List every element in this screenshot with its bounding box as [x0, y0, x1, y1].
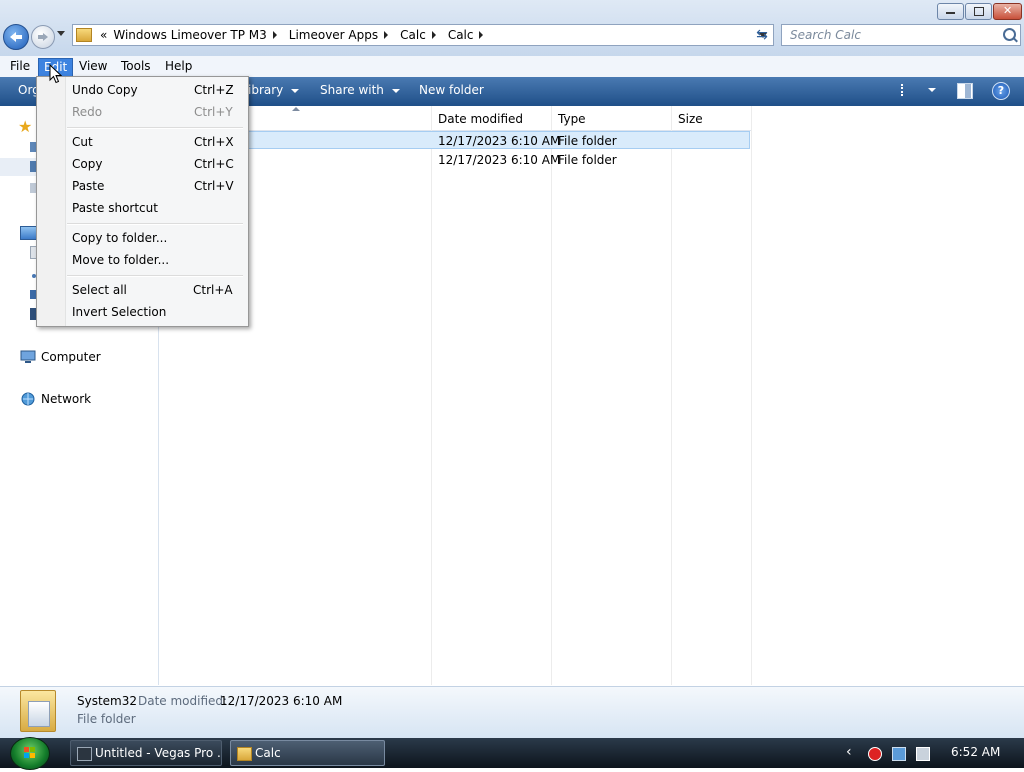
- nav-network-label: Network: [41, 392, 92, 406]
- menu-item-copy-to-folder[interactable]: Copy to folder...: [72, 228, 167, 248]
- share-with-button[interactable]: Share with: [320, 83, 400, 97]
- menu-tools[interactable]: Tools: [116, 58, 156, 75]
- forward-button[interactable]: [31, 25, 55, 49]
- network-icon: [21, 392, 35, 406]
- details-type: File folder: [77, 712, 136, 726]
- preview-pane-icon[interactable]: [957, 83, 973, 99]
- details-date-label: Date modified:: [138, 694, 228, 708]
- menu-item-invert-selection[interactable]: Invert Selection: [72, 302, 166, 322]
- breadcrumb-item[interactable]: Calc: [400, 28, 426, 42]
- taskbar-item-calc[interactable]: Calc: [230, 740, 385, 766]
- menu-separator: [67, 275, 243, 277]
- close-button[interactable]: ✕: [993, 3, 1022, 20]
- shortcut-cut: Ctrl+X: [194, 135, 234, 149]
- column-divider[interactable]: [671, 106, 672, 685]
- taskbar-item-label: Untitled - Vegas Pro ...: [95, 746, 222, 760]
- shortcut-undo: Ctrl+Z: [194, 83, 234, 97]
- chevron-right-icon[interactable]: [431, 31, 436, 39]
- chevron-down-icon: [291, 88, 300, 93]
- arrow-right-icon: [38, 33, 48, 41]
- nav-selected-item[interactable]: [0, 158, 36, 176]
- address-bar[interactable]: « Windows Limeover TP M3 Limeover Apps C…: [72, 24, 774, 46]
- breadcrumb-item[interactable]: Windows Limeover TP M3: [113, 28, 266, 42]
- sort-ascending-icon: [292, 107, 300, 111]
- taskbar-item-vegas[interactable]: Untitled - Vegas Pro ...: [70, 740, 222, 766]
- breadcrumb-item[interactable]: Limeover Apps: [289, 28, 378, 42]
- chevron-right-icon[interactable]: [479, 31, 484, 39]
- folder-large-icon: [20, 690, 56, 732]
- arrow-left-icon: [10, 32, 22, 42]
- menu-file[interactable]: File: [5, 58, 35, 75]
- shortcut-select-all: Ctrl+A: [193, 283, 233, 297]
- column-divider[interactable]: [551, 106, 552, 685]
- taskbar-item-label: Calc: [255, 746, 281, 760]
- mouse-cursor-icon: [49, 64, 62, 84]
- clock[interactable]: 6:52 AM: [951, 745, 1000, 759]
- chevron-right-icon[interactable]: [384, 31, 389, 39]
- refresh-icon[interactable]: ⇆: [751, 24, 773, 46]
- chevron-down-icon: [391, 88, 400, 93]
- share-with-label: Share with: [320, 83, 384, 97]
- breadcrumb-item[interactable]: Calc: [448, 28, 474, 42]
- volume-muted-icon[interactable]: [916, 747, 930, 761]
- security-alert-icon[interactable]: [868, 747, 882, 761]
- menu-separator: [67, 127, 243, 129]
- nav-network[interactable]: Network: [20, 392, 91, 406]
- help-icon[interactable]: ?: [992, 82, 1010, 100]
- row-date: 12/17/2023 6:10 AM: [438, 153, 561, 167]
- search-icon[interactable]: [1003, 28, 1016, 41]
- nav-computer[interactable]: Computer: [20, 350, 101, 364]
- menu-item-cut[interactable]: Cut: [72, 132, 93, 152]
- views-dropdown-icon[interactable]: [928, 88, 936, 92]
- shortcut-redo: Ctrl+Y: [194, 105, 233, 119]
- restore-button[interactable]: [965, 3, 992, 20]
- menu-view[interactable]: View: [74, 58, 112, 75]
- start-button[interactable]: [10, 737, 50, 770]
- shortcut-copy: Ctrl+C: [194, 157, 234, 171]
- favorites-star-icon[interactable]: ★: [18, 117, 32, 136]
- menu-item-select-all[interactable]: Select all: [72, 280, 127, 300]
- menu-item-paste-shortcut[interactable]: Paste shortcut: [72, 198, 158, 218]
- search-placeholder: Search Calc: [790, 28, 861, 42]
- search-input[interactable]: Search Calc: [781, 24, 1021, 46]
- include-library-button[interactable]: ibrary: [248, 83, 300, 97]
- vegas-icon: [77, 747, 92, 761]
- row-type: File folder: [558, 153, 617, 167]
- close-icon: ✕: [1003, 4, 1013, 17]
- menu-help[interactable]: Help: [160, 58, 197, 75]
- column-type[interactable]: Type: [558, 112, 586, 126]
- details-date-value: 12/17/2023 6:10 AM: [220, 694, 343, 708]
- menu-item-paste[interactable]: Paste: [72, 176, 104, 196]
- chevron-right-icon[interactable]: [272, 31, 277, 39]
- shortcut-paste: Ctrl+V: [194, 179, 234, 193]
- new-folder-button[interactable]: New folder: [419, 83, 484, 97]
- menu-separator: [67, 223, 243, 225]
- nav-computer-label: Computer: [41, 350, 101, 364]
- minimize-button[interactable]: [937, 3, 964, 20]
- edit-menu-dropdown: Undo Copy Ctrl+Z Redo Ctrl+Y Cut Ctrl+X …: [36, 76, 249, 327]
- details-name: System32: [77, 694, 138, 708]
- views-icon[interactable]: [901, 84, 917, 96]
- column-divider[interactable]: [751, 106, 752, 685]
- menu-icon-strip: [37, 77, 66, 326]
- row-type: File folder: [558, 134, 617, 148]
- column-date-modified[interactable]: Date modified: [438, 112, 523, 126]
- windows-logo-icon: [24, 747, 35, 758]
- back-button[interactable]: [3, 24, 29, 50]
- column-divider[interactable]: [431, 106, 432, 685]
- column-size[interactable]: Size: [678, 112, 703, 126]
- menu-item-move-to-folder[interactable]: Move to folder...: [72, 250, 169, 270]
- menu-item-redo[interactable]: Redo: [72, 102, 102, 122]
- breadcrumb-overflow[interactable]: «: [100, 28, 107, 42]
- show-hidden-icons[interactable]: ‹: [846, 744, 852, 760]
- recent-pages-dropdown[interactable]: [57, 31, 65, 36]
- row-date: 12/17/2023 6:10 AM: [438, 134, 561, 148]
- include-library-label: ibrary: [248, 83, 284, 97]
- menu-item-copy[interactable]: Copy: [72, 154, 102, 174]
- network-tray-icon[interactable]: [892, 747, 906, 761]
- computer-icon: [20, 350, 36, 363]
- menu-item-undo-copy[interactable]: Undo Copy: [72, 80, 138, 100]
- folder-icon: [237, 747, 252, 761]
- folder-icon: [76, 28, 92, 42]
